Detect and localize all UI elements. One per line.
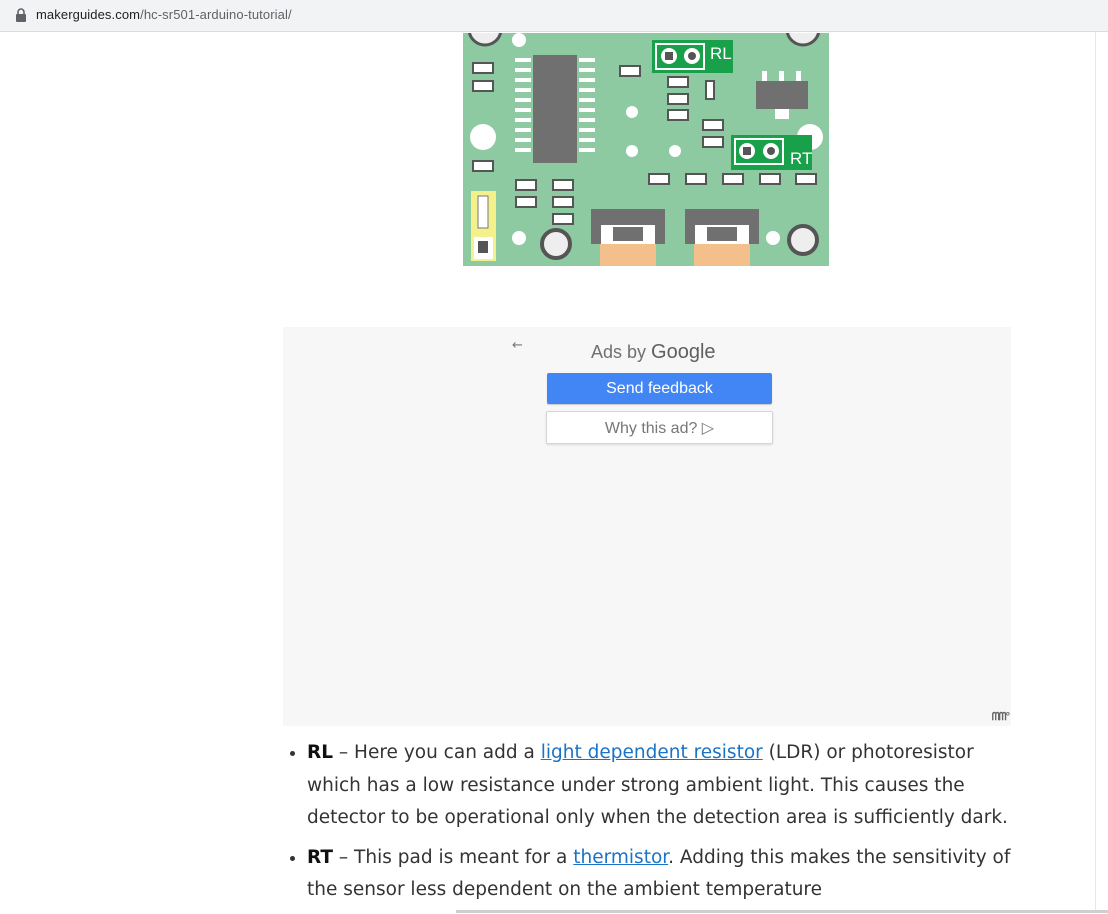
- ads-by-google-label: Ads by Google: [591, 341, 716, 364]
- article-content: RL – Here you can add a light dependent …: [283, 737, 1018, 914]
- thermistor-link[interactable]: thermistor: [573, 847, 668, 868]
- rl-pad-label: RL: [710, 44, 732, 63]
- term-rl: RL: [307, 742, 334, 763]
- ad-container: ← Ads by Google Send feedback Why this a…: [283, 327, 1011, 726]
- ad-provider-icon[interactable]: ᗰᗰ°: [992, 711, 1010, 724]
- hc-sr501-board-image: RL RT: [463, 33, 829, 266]
- scrollbar[interactable]: [1095, 32, 1108, 913]
- text-segment: – This pad is meant for a: [333, 846, 574, 868]
- url-text[interactable]: makerguides.com/hc-sr501-arduino-tutoria…: [36, 7, 292, 22]
- send-feedback-button[interactable]: Send feedback: [547, 373, 772, 404]
- list-item-rt: RT – This pad is meant for a thermistor.…: [307, 842, 1018, 907]
- address-bar[interactable]: makerguides.com/hc-sr501-arduino-tutoria…: [0, 0, 1108, 32]
- why-this-ad-button[interactable]: Why this ad? ▷: [546, 411, 773, 444]
- lock-icon: [16, 8, 26, 22]
- term-rt: RT: [307, 846, 334, 868]
- url-domain: makerguides.com: [36, 7, 141, 22]
- text-segment: – Here you can add a: [333, 742, 541, 763]
- ads-by-text: Ads by: [591, 342, 647, 362]
- ldr-link[interactable]: light dependent resistor: [541, 742, 763, 763]
- back-arrow-icon[interactable]: ←: [512, 339, 526, 353]
- pad-description-list: RL – Here you can add a light dependent …: [283, 737, 1018, 907]
- google-logo-text: Google: [651, 341, 716, 363]
- list-item-rl: RL – Here you can add a light dependent …: [307, 737, 1018, 835]
- url-path: /hc-sr501-arduino-tutorial/: [140, 7, 292, 22]
- rt-pad-label: RT: [790, 149, 813, 168]
